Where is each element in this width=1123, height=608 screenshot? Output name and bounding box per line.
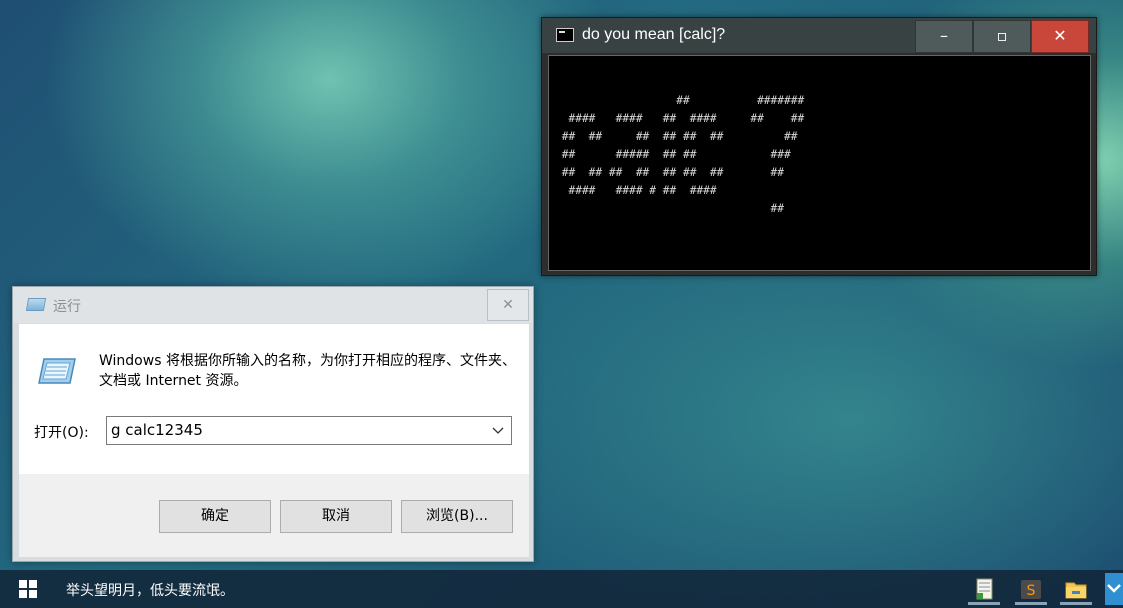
console-line: ## ## ## ## ## ## ## ## (555, 166, 785, 179)
minimize-button[interactable]: – (915, 20, 973, 53)
run-icon (25, 298, 47, 311)
console-line: ## ####### (555, 94, 805, 107)
console-line: ## ##### ## ## ### (555, 148, 791, 161)
folder-icon[interactable] (1060, 573, 1092, 605)
console-titlebar[interactable]: do you mean [calc]? – ▫ ✕ (542, 18, 1096, 53)
run-body: Windows 将根据你所输入的名称，为你打开相应的程序、文件夹、文档或 Int… (19, 324, 529, 557)
console-window: do you mean [calc]? – ▫ ✕ ## ####### ###… (541, 17, 1097, 276)
chevron-down-icon[interactable] (491, 423, 505, 437)
console-line: #### #### # ## #### (555, 184, 717, 197)
console-line: ## (555, 202, 785, 215)
console-line: ## ## ## ## ## ## ## (555, 130, 798, 143)
notepad-icon[interactable] (968, 573, 1000, 605)
maximize-button[interactable]: ▫ (973, 20, 1031, 53)
close-button[interactable]: ✕ (1031, 20, 1089, 53)
console-output: ## ####### #### #### ## #### ## ## ## ##… (548, 55, 1091, 271)
start-icon[interactable] (19, 580, 39, 600)
run-command-combobox[interactable]: g calc12345 (106, 416, 512, 445)
run-dialog: 运行 ✕ Windows 将根据你所输入的名称，为你打开相应的程序、文件夹、文档… (12, 286, 534, 562)
console-icon (556, 28, 574, 42)
run-command-input[interactable]: g calc12345 (111, 421, 203, 439)
taskbar: 举头望明月，低头要流氓。 S (0, 570, 1123, 608)
run-program-icon (38, 358, 76, 384)
run-title: 运行 (53, 299, 81, 315)
sublime-icon[interactable]: S (1015, 573, 1047, 605)
browse-button[interactable]: 浏览(B)... (401, 500, 513, 533)
cancel-button[interactable]: 取消 (280, 500, 392, 533)
run-close-button[interactable]: ✕ (487, 289, 529, 321)
run-description: Windows 将根据你所输入的名称，为你打开相应的程序、文件夹、文档或 Int… (99, 353, 516, 389)
run-footer: 确定 取消 浏览(B)... (19, 474, 529, 557)
run-titlebar[interactable]: 运行 ✕ (13, 287, 533, 323)
taskbar-text: 举头望明月，低头要流氓。 (66, 583, 234, 599)
svg-text:S: S (1027, 583, 1036, 599)
console-title: do you mean [calc]? (582, 26, 726, 43)
open-label: 打开(O): (34, 425, 89, 441)
app-icon[interactable] (1105, 573, 1123, 605)
ok-button[interactable]: 确定 (159, 500, 271, 533)
console-line: #### #### ## #### ## ## (555, 112, 805, 125)
